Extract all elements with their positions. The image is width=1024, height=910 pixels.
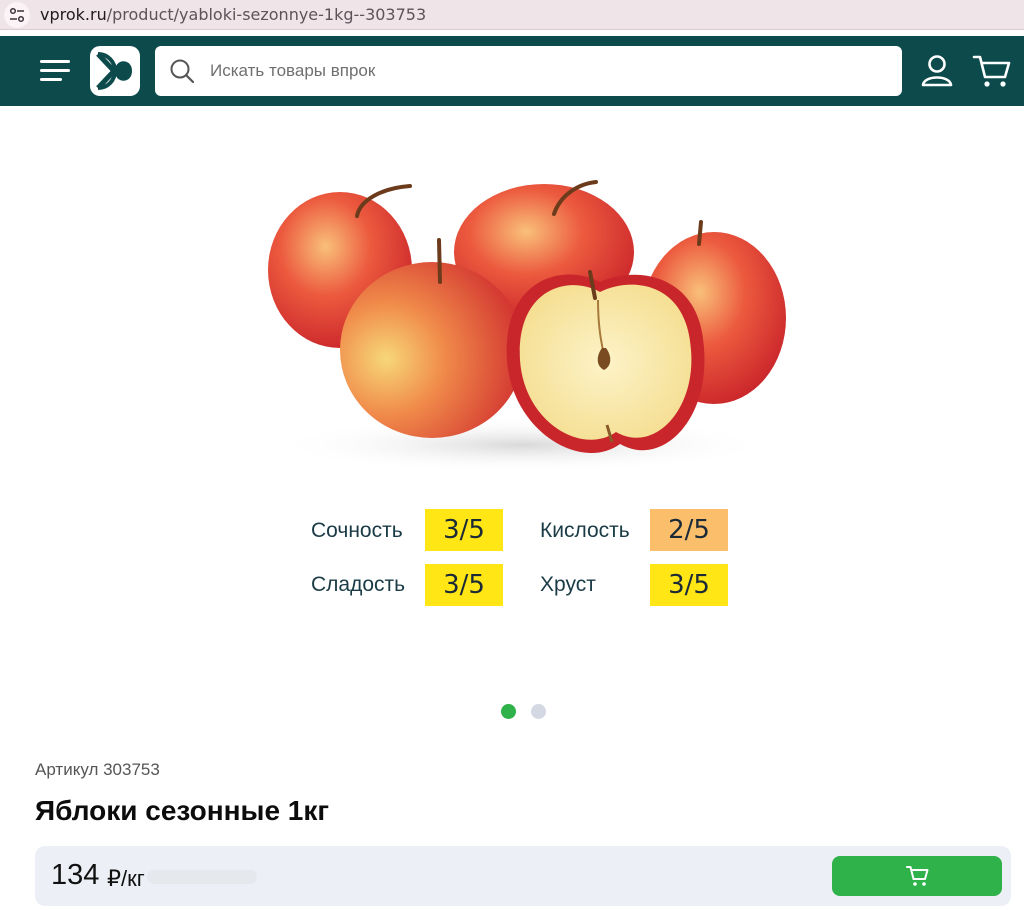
char-label-sweetness: Сладость <box>311 573 406 596</box>
logo-icon[interactable] <box>90 46 140 96</box>
char-value-acidity: 2/5 <box>650 509 728 551</box>
gallery-pagination <box>500 704 560 720</box>
char-value-sweetness: 3/5 <box>425 564 503 606</box>
url-text[interactable]: vprok.ru/product/yabloki-sezonnye-1kg--3… <box>40 5 426 24</box>
char-label-juiciness: Сочность <box>311 519 403 542</box>
add-to-cart-button[interactable] <box>832 856 1002 896</box>
menu-icon-line-short <box>40 78 62 81</box>
cart-icon <box>906 866 929 886</box>
gallery-dot-1-active[interactable] <box>501 704 516 719</box>
url-path: /product/yabloki-sezonnye-1kg--303753 <box>106 5 427 24</box>
menu-icon <box>40 60 70 63</box>
menu-button[interactable] <box>40 58 72 84</box>
char-label-crunch: Хруст <box>540 573 596 596</box>
product-sku: Артикул 303753 <box>35 760 160 779</box>
gallery-dot-2[interactable] <box>531 704 546 719</box>
site-settings-icon[interactable] <box>4 2 30 28</box>
user-button[interactable] <box>919 54 955 88</box>
menu-icon-line <box>40 69 70 72</box>
char-label-acidity: Кислость <box>540 519 630 542</box>
url-domain: vprok.ru <box>40 5 107 24</box>
cart-button[interactable] <box>972 53 1012 89</box>
price-unit: ₽/кг <box>107 866 145 891</box>
product-characteristics: Сочность 3/5 Кислость 2/5 Сладость 3/5 Х… <box>300 508 740 608</box>
search-icon <box>170 59 195 84</box>
blurred-price-note <box>147 870 257 884</box>
search-input[interactable] <box>210 54 870 88</box>
search-box[interactable] <box>155 46 902 96</box>
price-bar: 134 ₽/кг <box>35 846 1011 906</box>
product-image[interactable] <box>262 170 792 480</box>
site-header <box>0 36 1024 106</box>
user-icon <box>921 55 953 87</box>
product-title: Яблоки сезонные 1кг <box>35 795 330 826</box>
price-value: 134 <box>51 859 100 891</box>
cart-icon <box>972 55 1011 87</box>
browser-address-bar[interactable]: vprok.ru/product/yabloki-sezonnye-1kg--3… <box>0 0 1024 30</box>
char-value-juiciness: 3/5 <box>425 509 503 551</box>
char-value-crunch: 3/5 <box>650 564 728 606</box>
